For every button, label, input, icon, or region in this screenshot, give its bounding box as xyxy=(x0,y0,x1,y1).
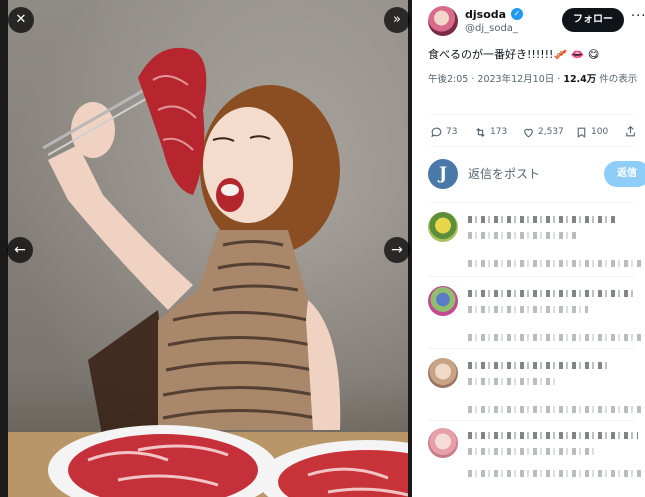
pixelated-text xyxy=(468,432,638,439)
share-action[interactable] xyxy=(624,124,637,140)
chevron-double-right-icon: » xyxy=(393,12,401,27)
divider xyxy=(428,202,634,203)
views-label: 件の表示 xyxy=(596,74,638,85)
pixelated-actions xyxy=(468,334,643,341)
pixelated-actions xyxy=(468,470,643,477)
reply-count: 73 xyxy=(446,127,458,137)
plates-illustration xyxy=(48,425,408,497)
next-image-button[interactable]: → xyxy=(384,237,410,263)
pixelated-actions xyxy=(468,406,643,413)
bookmark-count: 100 xyxy=(591,127,609,137)
post-photo[interactable] xyxy=(8,0,408,497)
pixelated-text xyxy=(468,216,618,223)
views-count: 12.4万 xyxy=(563,74,597,85)
divider xyxy=(428,114,634,115)
retweet-icon xyxy=(476,127,485,137)
divider xyxy=(428,276,634,277)
media-pane: ✕ » ← → xyxy=(0,0,412,497)
retweet-count: 173 xyxy=(490,127,508,137)
post-text: 食べるのが一番好き!!!!!!🥓 👄 😋 xyxy=(428,48,600,61)
reply-input[interactable]: 返信をポスト xyxy=(468,165,540,182)
author-header: djsoda ✓ @dj_soda_ フォロー ··· xyxy=(428,6,645,42)
pixelated-text xyxy=(468,378,558,385)
author-name[interactable]: djsoda xyxy=(465,8,506,21)
pixelated-text xyxy=(468,362,608,369)
reply-avatar[interactable] xyxy=(428,428,458,458)
pixelated-text xyxy=(468,290,633,297)
heart-icon xyxy=(524,128,533,137)
author-handle[interactable]: @dj_soda_ xyxy=(465,23,518,34)
current-user-avatar: J xyxy=(428,159,458,189)
previous-image-button[interactable]: ← xyxy=(7,237,33,263)
reply-item-3[interactable] xyxy=(428,358,643,428)
close-icon: ✕ xyxy=(15,12,27,27)
reply-submit-button[interactable]: 返信 xyxy=(604,161,645,187)
reply-composer: J 返信をポスト 返信 xyxy=(428,156,645,192)
share-icon xyxy=(626,125,635,137)
divider xyxy=(428,146,634,147)
reply-item-4[interactable] xyxy=(428,428,643,497)
post-date[interactable]: 2023年12月10日 xyxy=(477,74,554,85)
bookmark-action[interactable]: 100 xyxy=(575,124,608,140)
author-avatar[interactable] xyxy=(428,6,458,36)
arrow-right-icon: → xyxy=(391,242,403,258)
follow-button[interactable]: フォロー xyxy=(562,8,624,32)
expand-panel-button[interactable]: » xyxy=(384,7,410,33)
action-bar: 73 173 2,537 100 xyxy=(430,124,636,140)
reply-icon xyxy=(431,127,442,137)
post-time[interactable]: 午後2:05 xyxy=(428,74,468,85)
divider xyxy=(428,348,634,349)
pixelated-text xyxy=(468,306,588,313)
close-button[interactable]: ✕ xyxy=(8,7,34,33)
reply-action[interactable]: 73 xyxy=(430,124,457,140)
reply-item-1[interactable] xyxy=(428,212,643,282)
post-detail-panel: djsoda ✓ @dj_soda_ フォロー ··· 食べるのが一番好き!!!… xyxy=(412,0,645,497)
retweet-action[interactable]: 173 xyxy=(474,124,507,140)
reply-avatar[interactable] xyxy=(428,286,458,316)
arrow-left-icon: ← xyxy=(14,242,26,258)
post-viewer: ✕ » ← → djsoda ✓ @dj_soda_ フォロー ··· 食べるの… xyxy=(0,0,645,497)
divider xyxy=(428,420,634,421)
pixelated-text xyxy=(468,232,578,239)
bookmark-icon xyxy=(577,127,586,138)
post-meta: 午後2:05 · 2023年12月10日 · 12.4万 件の表示 xyxy=(428,72,638,87)
reply-avatar[interactable] xyxy=(428,212,458,242)
meta-separator-2: · xyxy=(554,74,564,85)
more-options-icon[interactable]: ··· xyxy=(631,9,645,24)
like-action[interactable]: 2,537 xyxy=(522,124,564,140)
reply-item-2[interactable] xyxy=(428,286,643,356)
verified-badge-icon: ✓ xyxy=(511,8,523,20)
reply-avatar[interactable] xyxy=(428,358,458,388)
pixelated-actions xyxy=(468,260,643,267)
like-count: 2,537 xyxy=(538,127,564,137)
pixelated-text xyxy=(468,448,598,455)
